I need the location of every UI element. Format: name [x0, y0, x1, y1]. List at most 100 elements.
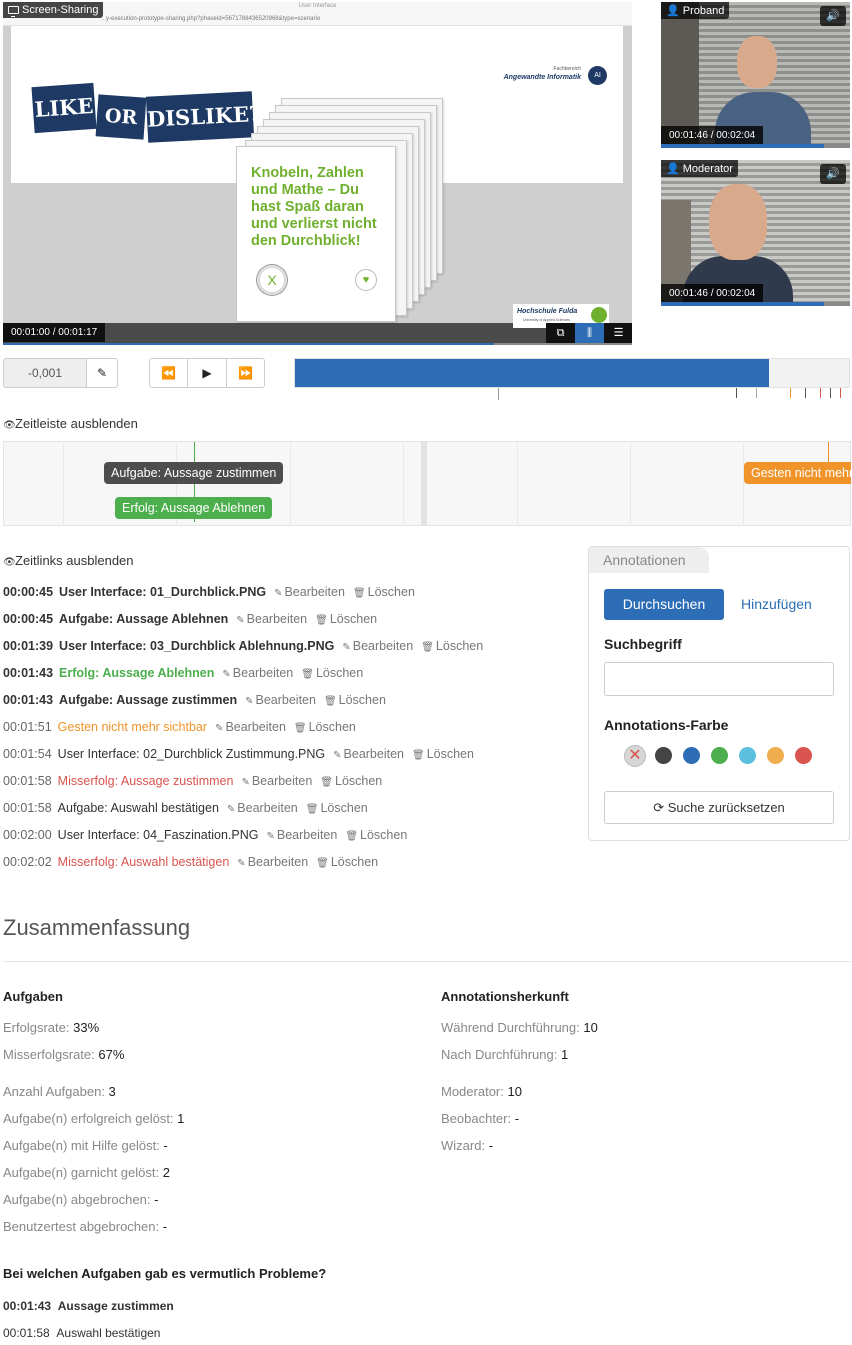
- color-filter-dot[interactable]: [655, 747, 672, 764]
- color-filter-dot[interactable]: [739, 747, 756, 764]
- timeline-cursor[interactable]: [421, 441, 427, 526]
- add-mode-button[interactable]: Hinzufügen: [741, 596, 812, 612]
- annotations-tab[interactable]: Annotationen: [589, 547, 709, 573]
- delete-link[interactable]: 🗑 Löschen: [324, 693, 386, 707]
- link-time[interactable]: 00:02:00: [3, 828, 52, 842]
- delete-link[interactable]: 🗑 Löschen: [294, 720, 356, 734]
- annotation-link-row: 00:01:58 Misserfolg: Aussage zustimmen ✎ Be…: [3, 774, 390, 788]
- pencil-icon: ✎: [241, 777, 250, 788]
- layout-pip-button[interactable]: ⧉: [546, 323, 575, 343]
- link-label[interactable]: Aufgabe: Auswahl bestätigen: [58, 801, 219, 815]
- delete-link[interactable]: 🗑 Löschen: [345, 828, 407, 842]
- link-label[interactable]: Gesten nicht mehr sichtbar: [58, 720, 207, 734]
- color-filter-dot[interactable]: [711, 747, 728, 764]
- edit-link[interactable]: ✎ Bearbeiten: [222, 666, 293, 680]
- annotation-link-row: 00:00:45 Aufgabe: Aussage Ablehnen ✎ Bearbe…: [3, 612, 385, 626]
- link-label[interactable]: Aufgabe: Aussage Ablehnen: [59, 612, 228, 626]
- timeline-tag-success[interactable]: Erfolg: Aussage Ablehnen: [115, 497, 273, 519]
- pencil-icon: ✎: [266, 831, 275, 842]
- edit-link[interactable]: ✎ Bearbeiten: [215, 720, 286, 734]
- link-time[interactable]: 00:01:58: [3, 774, 52, 788]
- edit-link[interactable]: ✎ Bearbeiten: [274, 585, 345, 599]
- edit-link[interactable]: ✎ Bearbeiten: [241, 774, 312, 788]
- heart-icon[interactable]: ♥: [355, 269, 377, 291]
- link-time[interactable]: 00:01:43: [3, 666, 53, 680]
- cam-progress-moderator[interactable]: [661, 302, 824, 306]
- no-color-filter-button[interactable]: ✕: [624, 745, 646, 767]
- link-label[interactable]: User Interface: 04_Faszination.PNG: [58, 828, 259, 842]
- edit-link[interactable]: ✎ Bearbeiten: [245, 693, 316, 707]
- link-time[interactable]: 00:00:45: [3, 612, 53, 626]
- delete-link[interactable]: 🗑 Löschen: [316, 855, 378, 869]
- link-time[interactable]: 00:01:43: [3, 693, 53, 707]
- link-label[interactable]: User Interface: 02_Durchblick Zustimmung…: [58, 747, 325, 761]
- delete-link[interactable]: 🗑 Löschen: [301, 666, 363, 680]
- edit-link[interactable]: ✎ Bearbeiten: [227, 801, 298, 815]
- person-proband: [737, 36, 777, 88]
- timeline-tag-task[interactable]: Aufgabe: Aussage zustimmen: [104, 462, 284, 484]
- color-filter-dot[interactable]: [683, 747, 700, 764]
- reset-search-button[interactable]: ⟳ Suche zurücksetzen: [604, 791, 834, 824]
- pencil-icon: ✎: [237, 858, 246, 869]
- origin-during: Während Durchführung: 10: [441, 1020, 598, 1035]
- search-mode-button[interactable]: Durchsuchen: [604, 589, 724, 620]
- screen-sharing-label: Screen-Sharing: [3, 2, 104, 18]
- search-term-input[interactable]: [604, 662, 834, 696]
- trash-icon: 🗑: [320, 777, 333, 788]
- origin-observer: Beobachter: -: [441, 1111, 520, 1126]
- link-time[interactable]: 00:01:54: [3, 747, 52, 761]
- origin-heading: Annotationsherkunft: [441, 989, 569, 1004]
- pencil-icon: ✎: [333, 750, 342, 761]
- cam-label-moderator: 👤 Moderator: [661, 160, 738, 177]
- link-time[interactable]: 00:01:51: [3, 720, 52, 734]
- color-filter-dot[interactable]: [767, 747, 784, 764]
- link-label[interactable]: Erfolg: Aussage Ablehnen: [59, 666, 214, 680]
- screen-sharing-video[interactable]: User Interface ...y-execution-prototype-…: [3, 2, 632, 345]
- eye-slash-icon: 👁: [3, 420, 16, 431]
- toggle-timeline[interactable]: 👁Zeitleiste ausblenden: [3, 416, 138, 431]
- edit-link[interactable]: ✎ Bearbeiten: [266, 828, 337, 842]
- link-time[interactable]: 00:01:39: [3, 639, 53, 653]
- delete-link[interactable]: 🗑 Löschen: [315, 612, 377, 626]
- edit-link[interactable]: ✎ Bearbeiten: [237, 855, 308, 869]
- sound-icon[interactable]: 🔊: [820, 6, 846, 26]
- screen-progress-bar[interactable]: [3, 343, 494, 345]
- link-time[interactable]: 00:00:45: [3, 585, 53, 599]
- origin-wizard: Wizard: -: [441, 1138, 494, 1153]
- layout-columns-button[interactable]: ⫼: [575, 323, 604, 343]
- offset-input[interactable]: -0,001: [3, 358, 87, 388]
- play-button[interactable]: ▶: [187, 358, 227, 388]
- link-label[interactable]: User Interface: 01_Durchblick.PNG: [59, 585, 266, 599]
- fail-rate: Misserfolgsrate: 67%: [3, 1047, 125, 1062]
- edit-link[interactable]: ✎ Bearbeiten: [333, 747, 404, 761]
- delete-link[interactable]: 🗑 Löschen: [412, 747, 474, 761]
- link-label[interactable]: Misserfolg: Auswahl bestätigen: [58, 855, 230, 869]
- delete-link[interactable]: 🗑 Löschen: [306, 801, 368, 815]
- webcam-proband[interactable]: 👤 Proband 🔊 00:01:46 / 00:02:04: [661, 2, 850, 148]
- edit-offset-button[interactable]: ✎: [86, 358, 118, 388]
- dislike-button[interactable]: X: [257, 265, 287, 295]
- edit-link[interactable]: ✎ Bearbeiten: [236, 612, 307, 626]
- main-timeline-progress: [295, 359, 770, 387]
- annotation-color-label: Annotations-Farbe: [604, 717, 729, 733]
- webcam-moderator[interactable]: 👤 Moderator 🔊 00:01:46 / 00:02:04: [661, 160, 850, 306]
- color-filter-dot[interactable]: [795, 747, 812, 764]
- edit-link[interactable]: ✎ Bearbeiten: [342, 639, 413, 653]
- pencil-icon: ✎: [96, 366, 108, 380]
- link-time[interactable]: 00:02:02: [3, 855, 52, 869]
- cam-progress-proband[interactable]: [661, 144, 824, 148]
- delete-link[interactable]: 🗑 Löschen: [353, 585, 415, 599]
- delete-link[interactable]: 🗑 Löschen: [421, 639, 483, 653]
- forward-button[interactable]: ⏩: [226, 358, 265, 388]
- rewind-button[interactable]: ⏪: [149, 358, 188, 388]
- link-label[interactable]: Aufgabe: Aussage zustimmen: [59, 693, 237, 707]
- sound-icon[interactable]: 🔊: [820, 164, 846, 184]
- link-time[interactable]: 00:01:58: [3, 801, 52, 815]
- annotation-link-row: 00:02:00 User Interface: 04_Faszination.P…: [3, 828, 415, 842]
- toggle-links[interactable]: 👁Zeitlinks ausblenden: [3, 553, 134, 568]
- delete-link[interactable]: 🗑 Löschen: [320, 774, 382, 788]
- link-label[interactable]: User Interface: 03_Durchblick Ablehnung.…: [59, 639, 334, 653]
- timeline-tag-gesture[interactable]: Gesten nicht mehr sichtbar: [744, 462, 851, 484]
- layout-list-button[interactable]: ☰: [604, 323, 632, 343]
- link-label[interactable]: Misserfolg: Aussage zustimmen: [58, 774, 234, 788]
